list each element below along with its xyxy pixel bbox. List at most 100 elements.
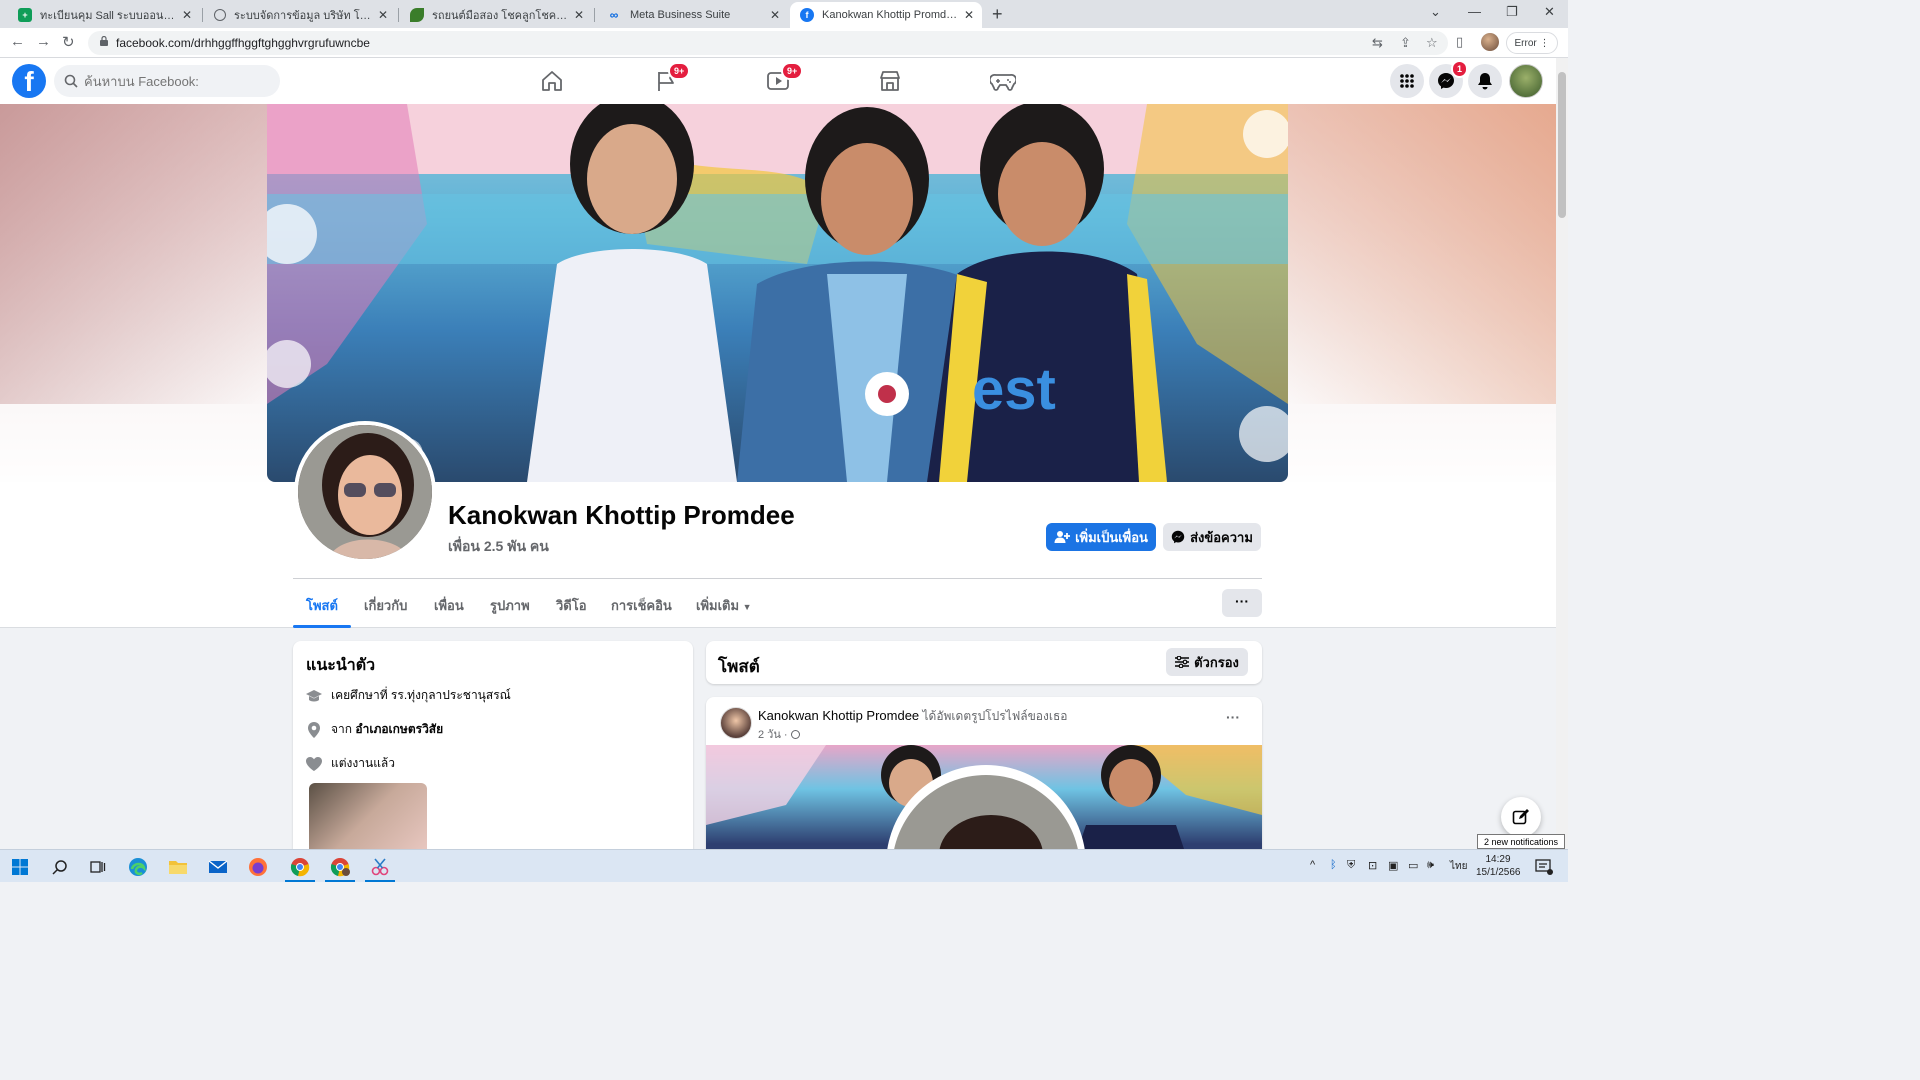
volume-icon[interactable]: 🕪	[1427, 859, 1434, 872]
tab-checkins[interactable]: การเช็คอิน	[611, 595, 672, 616]
tray-app-icon[interactable]: ⊡	[1368, 859, 1377, 872]
search-input[interactable]	[82, 71, 272, 91]
profile-picture[interactable]	[294, 421, 436, 563]
network-icon[interactable]: ▭	[1408, 859, 1418, 872]
chrome-profile-icon[interactable]	[330, 857, 350, 877]
forward-icon[interactable]: →	[36, 33, 51, 50]
tab-more[interactable]: เพิ่มเติม ▼	[696, 595, 752, 616]
messenger-badge: 1	[1451, 60, 1469, 78]
page-scrollbar[interactable]	[1556, 58, 1568, 848]
browser-tab-strip: + ทะเบียนคุม Sall ระบบออนไลน์.xlsx - G ✕…	[0, 0, 1568, 28]
pages-badge: 9+	[668, 62, 691, 80]
add-friend-label: เพิ่มเป็นเพื่อน	[1075, 529, 1148, 545]
share-icon[interactable]: ⇪	[1400, 35, 1411, 51]
sheets-icon: +	[18, 8, 32, 22]
menu-grid-button[interactable]	[1390, 64, 1424, 98]
input-language[interactable]: ไทย	[1450, 859, 1467, 874]
security-shield-icon[interactable]: ⛨	[1347, 859, 1355, 872]
new-message-button[interactable]	[1501, 797, 1541, 837]
account-avatar[interactable]	[1509, 64, 1543, 98]
marketplace-icon[interactable]	[878, 70, 902, 92]
home-icon[interactable]	[540, 70, 564, 92]
tab-posts[interactable]: โพสต์	[306, 595, 338, 616]
facebook-icon: f	[800, 8, 814, 22]
tab-search-icon[interactable]: ⌄	[1430, 4, 1441, 20]
windows-start-icon[interactable]	[10, 857, 30, 877]
facebook-search[interactable]	[54, 65, 280, 97]
mail-icon[interactable]	[208, 857, 228, 877]
browser-tab-sheets[interactable]: + ทะเบียนคุม Sall ระบบออนไลน์.xlsx - G ✕	[8, 2, 200, 28]
lock-icon	[100, 36, 108, 46]
side-panel-icon[interactable]: ▯	[1456, 34, 1463, 50]
gaming-icon[interactable]	[990, 70, 1016, 92]
close-icon[interactable]: ✕	[182, 8, 192, 22]
scrollbar-thumb[interactable]	[1558, 72, 1566, 218]
browser-tab-data-system[interactable]: ระบบจัดการข้อมูล บริษัท โชคลูกโชค อ ✕	[204, 2, 396, 28]
file-explorer-icon[interactable]	[168, 857, 188, 877]
close-icon[interactable]: ✕	[378, 8, 388, 22]
action-center-icon[interactable]	[1534, 857, 1554, 877]
browser-tab-meta-business[interactable]: ∞ Meta Business Suite ✕	[596, 2, 788, 28]
close-icon[interactable]: ✕	[574, 8, 584, 22]
error-label: Error	[1514, 37, 1537, 49]
post-author-name[interactable]: Kanokwan Khottip Promdee	[758, 708, 919, 723]
browser-tab-used-cars[interactable]: รถยนต์มือสอง โชคลูกโชค อุดรธานี ✕	[400, 2, 592, 28]
profile-divider	[293, 578, 1262, 579]
edge-icon[interactable]	[128, 857, 148, 877]
send-message-button[interactable]: ส่งข้อความ	[1163, 523, 1261, 551]
intro-from-place[interactable]: อำเภอเกษตรวิสัย	[355, 720, 443, 739]
translate-icon[interactable]: ⇆	[1372, 35, 1383, 51]
chrome-icon[interactable]	[290, 857, 310, 877]
tray-overflow-icon[interactable]: ^	[1310, 859, 1315, 871]
close-icon[interactable]: ✕	[964, 8, 974, 22]
minimize-button[interactable]: —	[1468, 4, 1481, 19]
facebook-logo[interactable]: f	[12, 64, 46, 98]
chrome-profile-active-indicator	[325, 880, 355, 882]
leaf-icon	[410, 8, 424, 22]
graduation-cap-icon	[305, 687, 323, 705]
profile-friend-count[interactable]: เพื่อน 2.5 พัน คน	[448, 536, 549, 558]
intro-title: แนะนำตัว	[306, 657, 376, 674]
task-view-icon[interactable]	[88, 857, 108, 877]
search-icon[interactable]	[50, 857, 70, 877]
tab-videos[interactable]: วิดีโอ	[556, 595, 587, 616]
add-friend-button[interactable]: เพิ่มเป็นเพื่อน	[1046, 523, 1156, 551]
filter-button[interactable]: ตัวกรอง	[1166, 648, 1248, 676]
post-image[interactable]	[706, 745, 1262, 855]
taskbar-clock[interactable]: 14:29 15/1/2566	[1476, 853, 1521, 879]
windows-taskbar: ^ ᛒ ⛨ ⊡ ▣ ▭ 🕪 ไทย 14:29 15/1/2566	[0, 849, 1568, 882]
intro-hometown: จาก อำเภอเกษตรวิสัย	[305, 720, 443, 739]
error-button[interactable]: Error ⋮	[1506, 32, 1558, 54]
snipping-tool-active-indicator	[365, 880, 395, 882]
close-icon[interactable]: ✕	[770, 8, 780, 22]
snipping-tool-icon[interactable]	[370, 857, 390, 877]
address-bar[interactable]: facebook.com/drhhggffhggftghgghvrgrufuwn…	[88, 31, 1448, 55]
url-text: facebook.com/drhhggffhggftghgghvrgrufuwn…	[116, 36, 370, 50]
post-options-button[interactable]: ···	[1226, 709, 1240, 725]
post-card: Kanokwan Khottip Promdee ได้อัพเดตรูปโปร…	[706, 697, 1262, 857]
watch-badge: 9+	[781, 62, 804, 80]
bluetooth-icon[interactable]: ᛒ	[1330, 859, 1337, 871]
profile-more-options-button[interactable]: ···	[1222, 589, 1262, 617]
featured-photo[interactable]	[309, 783, 427, 851]
browser-tab-facebook-profile[interactable]: f Kanokwan Khottip Promdee | Fac ✕	[790, 2, 982, 28]
post-author-avatar[interactable]	[720, 707, 752, 739]
tab-friends[interactable]: เพื่อน	[434, 595, 464, 616]
bookmark-star-icon[interactable]: ☆	[1426, 35, 1438, 51]
window-close-button[interactable]: ✕	[1544, 4, 1555, 20]
post-image-illustration	[706, 745, 1262, 855]
reload-icon[interactable]: ↻	[62, 33, 75, 51]
new-tab-button[interactable]: +	[992, 4, 1003, 25]
notifications-button[interactable]	[1468, 64, 1502, 98]
post-timestamp[interactable]: 2 วัน ·	[758, 725, 800, 743]
chrome-profile-avatar[interactable]	[1481, 33, 1499, 51]
chrome-active-indicator	[285, 880, 315, 882]
firefox-icon[interactable]	[248, 857, 268, 877]
tab-photos[interactable]: รูปภาพ	[490, 595, 530, 616]
cover-photo[interactable]: est	[267, 104, 1288, 482]
restore-button[interactable]: ❐	[1506, 4, 1518, 20]
compose-icon	[1512, 809, 1529, 825]
tab-about[interactable]: เกี่ยวกับ	[364, 595, 407, 616]
back-icon[interactable]: ←	[10, 33, 25, 50]
tray-monitor-icon[interactable]: ▣	[1388, 859, 1398, 872]
